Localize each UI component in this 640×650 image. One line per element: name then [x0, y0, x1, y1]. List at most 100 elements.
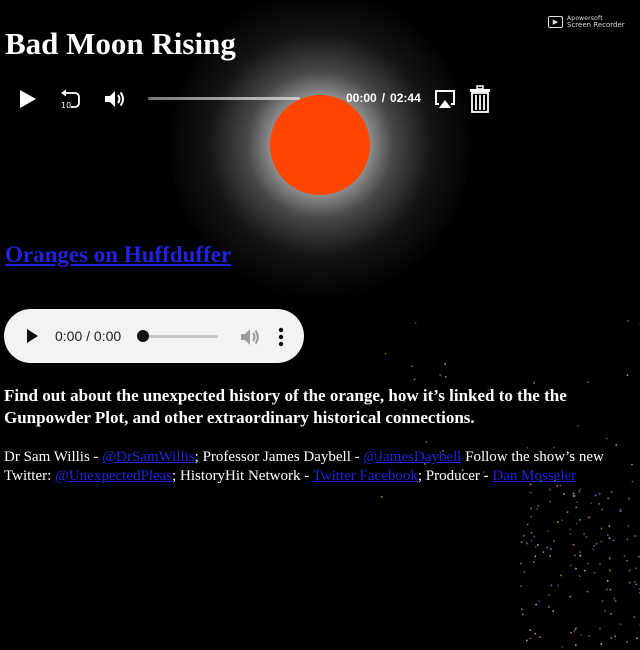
audio-volume-button[interactable]	[239, 327, 261, 347]
star-dot	[574, 628, 577, 630]
star-dot	[574, 495, 576, 497]
star-dot	[627, 320, 629, 322]
star-dot	[579, 554, 582, 557]
credits-text: ; Producer -	[417, 468, 493, 484]
star-dot	[549, 555, 551, 557]
star-dot	[599, 627, 601, 630]
star-dot	[606, 588, 608, 591]
star-dot	[546, 546, 549, 548]
star-dot	[522, 535, 525, 537]
page-title: Bad Moon Rising	[5, 26, 236, 61]
airplay-icon	[435, 90, 455, 108]
audio-play-button[interactable]	[24, 328, 40, 344]
star-dot	[587, 381, 589, 383]
current-time: 00:00	[346, 91, 377, 105]
star-dot	[575, 506, 578, 509]
rewind-label: 10	[61, 101, 71, 110]
star-dot	[538, 600, 541, 602]
star-dot	[563, 493, 565, 495]
star-dot	[633, 616, 636, 618]
star-dot	[575, 522, 578, 525]
star-dot	[619, 510, 622, 512]
audio-time: 0:00 / 0:00	[55, 328, 122, 344]
star-dot	[593, 571, 596, 574]
star-dot	[537, 544, 539, 546]
episode-credits: Dr Sam Willis - @DrSamWillis; Professor …	[4, 448, 629, 486]
star-dot	[628, 581, 631, 584]
star-dot	[609, 588, 612, 591]
star-dot	[578, 490, 581, 493]
star-dot	[613, 597, 616, 600]
star-dot	[575, 644, 577, 646]
star-dot	[612, 539, 615, 542]
star-dot	[585, 536, 588, 538]
star-dot	[534, 546, 537, 548]
star-dot	[533, 561, 535, 563]
play-button[interactable]	[17, 89, 39, 109]
audio-seek-thumb[interactable]	[137, 330, 149, 342]
star-dot	[574, 554, 576, 557]
star-dot	[561, 646, 564, 648]
rewind-button[interactable]: 10	[58, 87, 82, 111]
star-dot	[610, 637, 613, 639]
credits-link[interactable]: Twitter Facebook	[313, 468, 418, 484]
star-dot	[598, 503, 600, 505]
star-dot	[526, 523, 529, 526]
star-dot	[547, 530, 550, 532]
star-dot	[534, 555, 537, 558]
star-dot	[549, 500, 551, 503]
star-dot	[607, 497, 609, 500]
star-dot	[411, 365, 413, 368]
star-dot	[610, 613, 612, 615]
star-dot	[634, 535, 637, 537]
star-dot	[609, 569, 611, 572]
volume-button[interactable]	[103, 88, 127, 110]
star-dot	[425, 441, 428, 443]
star-dot	[593, 545, 595, 547]
audio-seek-bar[interactable]	[142, 335, 218, 338]
star-dot	[600, 540, 603, 543]
star-dot	[569, 528, 571, 530]
episode-link[interactable]: Oranges on Huffduffer	[5, 242, 231, 267]
star-dot	[545, 546, 548, 549]
credits-link[interactable]: @UnexpectedPleas	[55, 468, 172, 484]
star-dot	[569, 533, 572, 535]
star-dot	[628, 497, 630, 500]
star-dot	[537, 505, 539, 507]
star-dot	[633, 581, 636, 583]
star-dot	[626, 560, 628, 562]
credits-link[interactable]: @DrSamWillis	[102, 449, 194, 465]
airplay-button[interactable]	[433, 87, 457, 111]
play-icon	[20, 90, 36, 108]
star-dot	[575, 627, 577, 629]
star-dot	[535, 603, 537, 606]
star-dot	[557, 584, 559, 587]
star-dot	[619, 623, 622, 625]
star-dot	[610, 491, 613, 493]
page: ▶ Apowersoft Screen Recorder Bad Moon Ri…	[0, 0, 640, 650]
star-dot	[583, 569, 586, 572]
star-dot	[631, 463, 633, 466]
trash-icon	[470, 85, 490, 113]
star-dot	[635, 567, 637, 570]
star-dot	[579, 634, 582, 636]
star-dot	[635, 583, 637, 586]
star-dot	[627, 525, 630, 527]
star-dot	[439, 374, 441, 376]
credits-link[interactable]: Dan Mosseler	[492, 468, 576, 484]
volume-icon	[105, 91, 124, 107]
audio-player: 0:00 / 0:00	[4, 309, 304, 363]
star-dot	[579, 555, 582, 557]
progress-bar[interactable]	[148, 97, 300, 100]
star-dot	[587, 562, 589, 565]
star-dot	[384, 352, 387, 355]
star-dot	[626, 641, 628, 643]
delete-button[interactable]	[468, 85, 492, 113]
more-vertical-icon[interactable]	[276, 326, 286, 348]
recorder-watermark: ▶ Apowersoft Screen Recorder	[548, 15, 625, 29]
credits-link[interactable]: @JamesDaybell	[363, 449, 461, 465]
star-dot	[601, 600, 604, 602]
star-dot	[631, 480, 634, 483]
star-dot	[530, 515, 532, 518]
star-dot	[530, 539, 533, 542]
